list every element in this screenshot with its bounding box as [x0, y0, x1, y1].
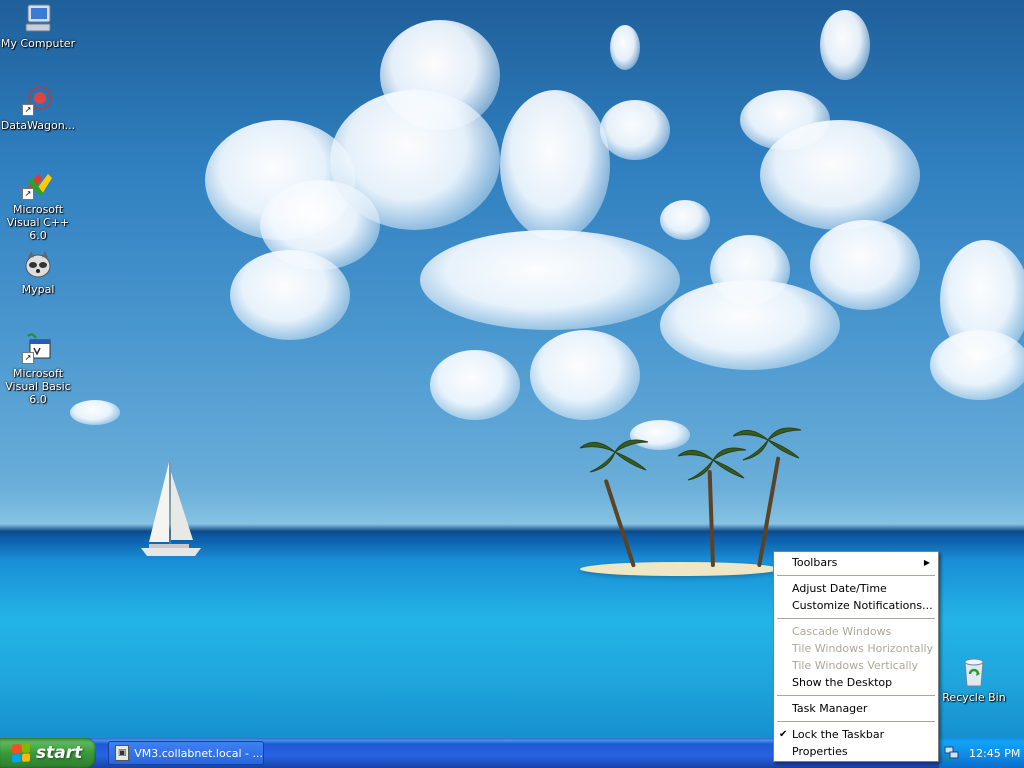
- menu-item-label: Tile Windows Horizontally: [792, 642, 934, 655]
- menu-item-toolbars[interactable]: Toolbars ▶: [776, 554, 936, 571]
- remote-desktop-icon: ▣: [115, 745, 130, 761]
- datawagon-icon: ↗: [22, 84, 54, 116]
- cloud: [330, 90, 500, 230]
- system-tray: 12:45 PM: [938, 738, 1024, 768]
- desktop-icon-my-computer[interactable]: My Computer: [0, 2, 76, 50]
- desktop-icon-recycle-bin[interactable]: Recycle Bin: [936, 656, 1012, 704]
- menu-separator: [777, 695, 935, 696]
- cloud: [760, 120, 920, 230]
- menu-item-label: Customize Notifications...: [792, 599, 933, 612]
- menu-item-label: Properties: [792, 745, 848, 758]
- desktop-icon-label: Recycle Bin: [942, 691, 1006, 704]
- menu-item-label: Cascade Windows: [792, 625, 892, 638]
- menu-item-customize-notifications[interactable]: Customize Notifications...: [776, 597, 936, 614]
- desktop-icon-label: My Computer: [0, 37, 76, 50]
- menu-item-label: Lock the Taskbar: [792, 728, 885, 741]
- menu-item-tile-horizontally: Tile Windows Horizontally: [776, 640, 936, 657]
- checkmark-icon: ✔: [779, 729, 788, 740]
- cloud: [930, 330, 1024, 400]
- shortcut-arrow-icon: ↗: [22, 104, 34, 116]
- submenu-arrow-icon: ▶: [923, 558, 930, 567]
- taskbar-button-remote-desktop[interactable]: ▣ VM3.collabnet.local - ...: [108, 741, 264, 765]
- cloud: [420, 230, 680, 330]
- desktop-icon-label: Microsoft Visual C++ 6.0: [6, 203, 70, 242]
- start-label: start: [36, 743, 83, 763]
- menu-item-properties[interactable]: Properties: [776, 743, 936, 760]
- palm-trunk: [707, 469, 715, 568]
- cloud: [810, 220, 920, 310]
- desktop-icon-label: Microsoft Visual Basic 6.0: [5, 367, 71, 406]
- windows-logo-icon: [12, 743, 30, 763]
- menu-separator: [777, 618, 935, 619]
- taskbar-context-menu: Toolbars ▶ Adjust Date/Time Customize No…: [773, 551, 939, 762]
- desktop-icon-visual-cpp[interactable]: ↗ Microsoft Visual C++ 6.0: [0, 168, 76, 242]
- menu-item-cascade-windows: Cascade Windows: [776, 623, 936, 640]
- taskbar-button-label: VM3.collabnet.local - ...: [134, 746, 263, 760]
- my-computer-icon: [22, 2, 54, 34]
- shortcut-arrow-icon: ↗: [22, 188, 34, 200]
- cloud: [600, 100, 670, 160]
- cloud: [820, 10, 870, 80]
- cloud: [530, 330, 640, 420]
- palm-fronds: [733, 427, 802, 461]
- mypal-icon: [22, 248, 54, 280]
- desktop-icon-label: Mypal: [21, 283, 55, 296]
- desktop-icon-mypal[interactable]: Mypal: [0, 248, 76, 296]
- palm-fronds: [580, 439, 649, 473]
- menu-item-lock-taskbar[interactable]: ✔ Lock the Taskbar: [776, 726, 936, 743]
- desktop-icon-visual-basic[interactable]: ↗ Microsoft Visual Basic 6.0: [0, 332, 76, 406]
- shortcut-arrow-icon: ↗: [22, 352, 34, 364]
- cloud: [500, 90, 610, 240]
- cloud: [660, 280, 840, 370]
- cloud: [610, 25, 640, 70]
- menu-item-show-desktop[interactable]: Show the Desktop: [776, 674, 936, 691]
- desktop-icon-label: DataWagon...: [0, 119, 76, 132]
- menu-item-label: Toolbars: [792, 556, 838, 569]
- menu-separator: [777, 575, 935, 576]
- cloud: [70, 400, 120, 425]
- clock[interactable]: 12:45 PM: [969, 747, 1020, 760]
- network-icon[interactable]: [944, 745, 960, 761]
- menu-item-label: Task Manager: [792, 702, 868, 715]
- island: [580, 562, 780, 576]
- menu-item-label: Show the Desktop: [792, 676, 893, 689]
- menu-item-tile-vertically: Tile Windows Vertically: [776, 657, 936, 674]
- cloud: [430, 350, 520, 420]
- sailboat: [141, 462, 201, 556]
- cloud: [230, 250, 350, 340]
- menu-item-adjust-datetime[interactable]: Adjust Date/Time: [776, 580, 936, 597]
- menu-separator: [777, 721, 935, 722]
- desktop-icon-datawagon[interactable]: ↗ DataWagon...: [0, 84, 76, 132]
- recycle-bin-icon: [958, 656, 990, 688]
- palm-trunk: [603, 478, 636, 568]
- start-button[interactable]: start: [0, 738, 96, 768]
- cloud: [660, 200, 710, 240]
- menu-item-task-manager[interactable]: Task Manager: [776, 700, 936, 717]
- visual-cpp-icon: ↗: [22, 168, 54, 200]
- menu-item-label: Tile Windows Vertically: [792, 659, 919, 672]
- menu-item-label: Adjust Date/Time: [792, 582, 887, 595]
- visual-basic-icon: ↗: [22, 332, 54, 364]
